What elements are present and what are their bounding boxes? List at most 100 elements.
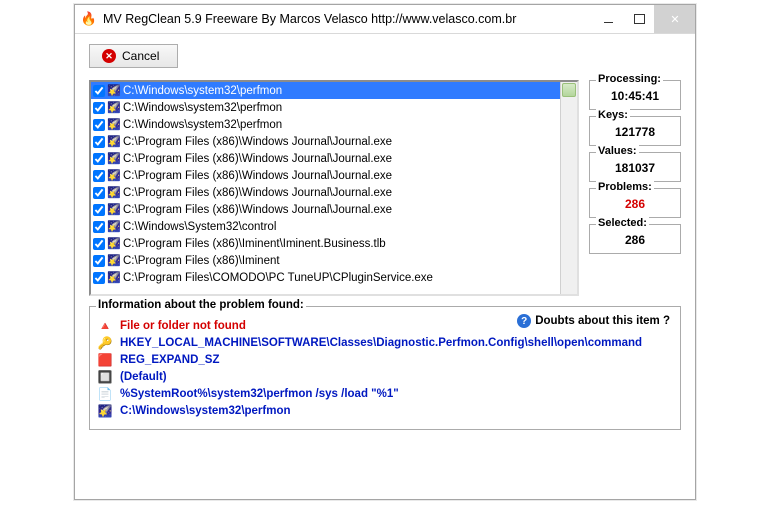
info-row: 📄 %SystemRoot%\system32\perfmon /sys /loa…	[98, 385, 672, 402]
info-row: 🟥REG_EXPAND_SZ	[98, 351, 672, 368]
info-row-text: HKEY_LOCAL_MACHINE\SOFTWARE\Classes\Diag…	[120, 337, 642, 349]
stat-label: Keys:	[596, 109, 630, 121]
row-checkbox[interactable]	[93, 204, 105, 216]
info-header: Information about the problem found:	[96, 299, 306, 311]
stat-label: Selected:	[596, 217, 649, 229]
row-path: C:\Program Files (x86)\Windows Journal\J…	[123, 136, 558, 148]
row-checkbox[interactable]	[93, 136, 105, 148]
close-button[interactable]	[654, 5, 695, 33]
stat-processing: Processing: 10:45:41	[589, 80, 681, 110]
row-path: C:\Windows\system32\perfmon	[123, 85, 558, 97]
main-row: 🌠C:\Windows\system32\perfmon🌠C:\Windows\…	[89, 80, 681, 296]
row-path: C:\Windows\system32\perfmon	[123, 119, 558, 131]
row-checkbox[interactable]	[93, 102, 105, 114]
row-icon: 🌠	[108, 119, 120, 131]
row-path: C:\Program Files (x86)\Windows Journal\J…	[123, 187, 558, 199]
row-path: C:\Program Files (x86)\Windows Journal\J…	[123, 204, 558, 216]
row-checkbox[interactable]	[93, 221, 105, 233]
info-row-icon: 🌠	[98, 404, 112, 418]
row-icon: 🌠	[108, 153, 120, 165]
row-path: C:\Windows\system32\perfmon	[123, 102, 558, 114]
row-icon: 🌠	[108, 136, 120, 148]
stat-value: 286	[594, 197, 676, 211]
scrollbar-thumb[interactable]	[562, 83, 576, 97]
cancel-icon: ✕	[102, 49, 116, 63]
row-checkbox[interactable]	[93, 170, 105, 182]
row-icon: 🌠	[108, 204, 120, 216]
row-path: C:\Program Files\COMODO\PC TuneUP\CPlugi…	[123, 272, 558, 284]
list-item[interactable]: 🌠C:\Program Files (x86)\Iminent\Iminent.…	[91, 235, 560, 252]
info-row-text: %SystemRoot%\system32\perfmon /sys /load…	[120, 388, 399, 400]
info-panel: Information about the problem found: ? D…	[89, 306, 681, 430]
question-icon: ?	[517, 314, 531, 328]
list-item[interactable]: 🌠C:\Program Files (x86)\Windows Journal\…	[91, 201, 560, 218]
list-item[interactable]: 🌠C:\Program Files (x86)\Iminent	[91, 252, 560, 269]
row-icon: 🌠	[108, 102, 120, 114]
info-row-text: File or folder not found	[120, 320, 246, 332]
row-icon: 🌠	[108, 85, 120, 97]
row-checkbox[interactable]	[93, 119, 105, 131]
window-body: ✕ Cancel 🌠C:\Windows\system32\perfmon🌠C:…	[75, 34, 695, 442]
list-item[interactable]: 🌠C:\Program Files (x86)\Windows Journal\…	[91, 184, 560, 201]
info-row-text: REG_EXPAND_SZ	[120, 354, 219, 366]
row-path: C:\Program Files (x86)\Iminent	[123, 255, 558, 267]
app-icon: 🔥	[81, 11, 97, 27]
maximize-button[interactable]	[623, 5, 654, 33]
problems-list[interactable]: 🌠C:\Windows\system32\perfmon🌠C:\Windows\…	[89, 80, 579, 296]
stat-label: Values:	[596, 145, 639, 157]
row-icon: 🌠	[108, 221, 120, 233]
row-icon: 🌠	[108, 187, 120, 199]
stat-value: 286	[594, 233, 676, 247]
stat-label: Problems:	[596, 181, 654, 193]
window-title: MV RegClean 5.9 Freeware By Marcos Velas…	[103, 12, 592, 26]
list-item[interactable]: 🌠C:\Program Files (x86)\Windows Journal\…	[91, 150, 560, 167]
list-item[interactable]: 🌠C:\Windows\system32\perfmon	[91, 116, 560, 133]
minimize-button[interactable]	[592, 5, 623, 33]
row-checkbox[interactable]	[93, 255, 105, 267]
cancel-button[interactable]: ✕ Cancel	[89, 44, 178, 68]
info-row: 🔲 (Default)	[98, 368, 672, 385]
list-item[interactable]: 🌠C:\Windows\system32\perfmon	[91, 99, 560, 116]
list-item[interactable]: 🌠C:\Program Files (x86)\Windows Journal\…	[91, 167, 560, 184]
vertical-scrollbar[interactable]	[560, 82, 577, 294]
info-row-icon: 📄	[98, 387, 112, 401]
info-row-icon: 🔲	[98, 370, 112, 384]
info-row-text: C:\Windows\system32\perfmon	[120, 405, 291, 417]
stats-panel: Processing: 10:45:41 Keys: 121778 Values…	[589, 80, 681, 296]
stat-values: Values: 181037	[589, 152, 681, 182]
stat-selected: Selected: 286	[589, 224, 681, 254]
list-viewport: 🌠C:\Windows\system32\perfmon🌠C:\Windows\…	[91, 82, 560, 294]
stat-value: 121778	[594, 125, 676, 139]
row-path: C:\Program Files (x86)\Iminent\Iminent.B…	[123, 238, 558, 250]
doubts-label: Doubts about this item ?	[535, 315, 670, 327]
info-row-text: (Default)	[120, 371, 167, 383]
row-checkbox[interactable]	[93, 85, 105, 97]
row-icon: 🌠	[108, 238, 120, 250]
row-path: C:\Program Files (x86)\Windows Journal\J…	[123, 153, 558, 165]
row-checkbox[interactable]	[93, 272, 105, 284]
row-path: C:\Windows\System32\control	[123, 221, 558, 233]
row-checkbox[interactable]	[93, 153, 105, 165]
caption-buttons	[592, 5, 695, 33]
list-item[interactable]: 🌠C:\Program Files\COMODO\PC TuneUP\CPlug…	[91, 269, 560, 286]
stat-value: 10:45:41	[594, 89, 676, 103]
info-row: 🌠 C:\Windows\system32\perfmon	[98, 402, 672, 419]
titlebar[interactable]: 🔥 MV RegClean 5.9 Freeware By Marcos Vel…	[75, 5, 695, 34]
list-item[interactable]: 🌠C:\Program Files (x86)\Windows Journal\…	[91, 133, 560, 150]
app-window: 🔥 MV RegClean 5.9 Freeware By Marcos Vel…	[74, 4, 696, 500]
stat-problems: Problems: 286	[589, 188, 681, 218]
stat-keys: Keys: 121778	[589, 116, 681, 146]
info-row-icon: 🔺	[98, 319, 112, 333]
info-rows: 🔺 File or folder not found 🔑HKEY_LOCAL_MAC…	[98, 317, 672, 419]
row-path: C:\Program Files (x86)\Windows Journal\J…	[123, 170, 558, 182]
info-row: 🔑HKEY_LOCAL_MACHINE\SOFTWARE\Classes\Dia…	[98, 334, 672, 351]
row-icon: 🌠	[108, 255, 120, 267]
row-icon: 🌠	[108, 272, 120, 284]
list-item[interactable]: 🌠C:\Windows\system32\perfmon	[91, 82, 560, 99]
list-item[interactable]: 🌠C:\Windows\System32\control	[91, 218, 560, 235]
cancel-label: Cancel	[122, 49, 159, 63]
row-checkbox[interactable]	[93, 238, 105, 250]
row-checkbox[interactable]	[93, 187, 105, 199]
doubts-link[interactable]: ? Doubts about this item ?	[517, 314, 670, 328]
stat-label: Processing:	[596, 73, 663, 85]
